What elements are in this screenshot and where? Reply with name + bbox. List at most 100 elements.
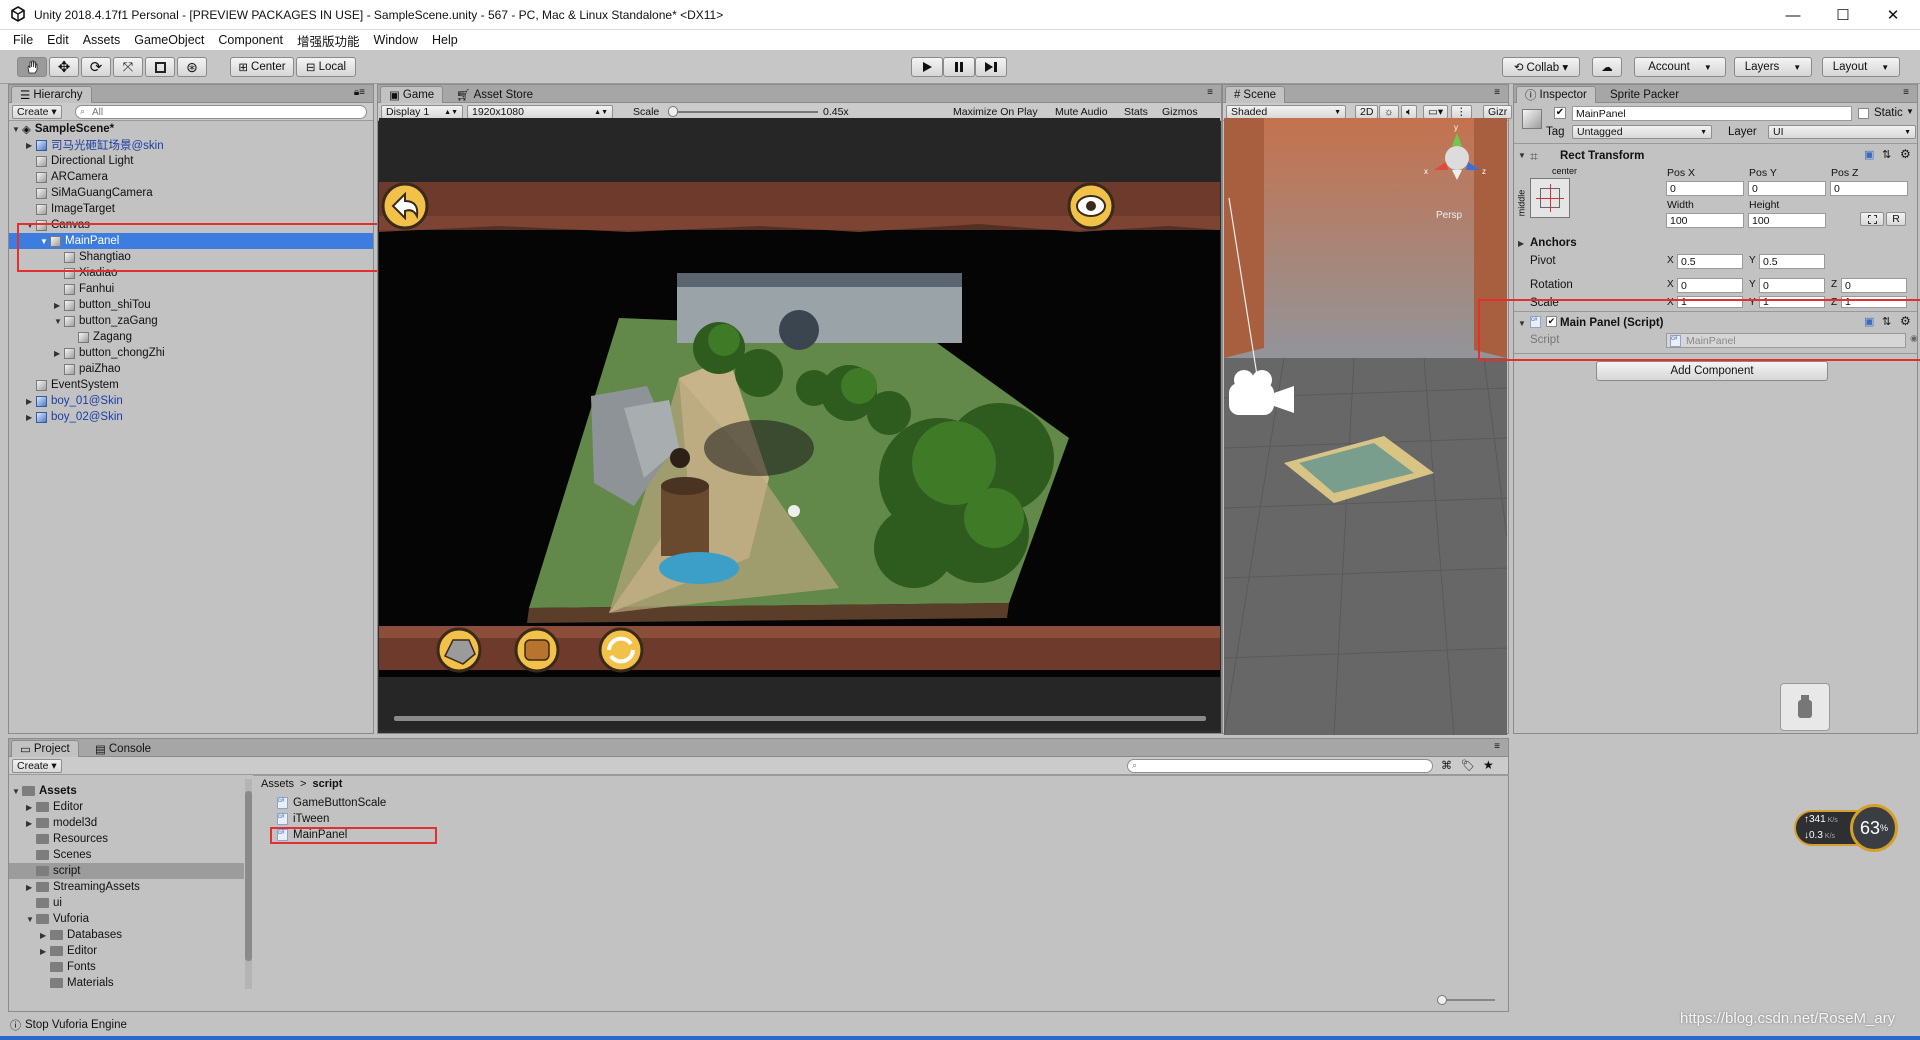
panel-menu-icon[interactable]: 🔒︎≡ xyxy=(354,87,365,98)
gear-icon[interactable]: ⚙ xyxy=(1900,147,1911,161)
expand-arrow-icon[interactable]: ▶ xyxy=(40,947,50,956)
scene-root-row[interactable]: ▼ ◈ SampleScene* xyxy=(9,121,373,137)
game-viewport[interactable] xyxy=(379,118,1220,730)
pivot-local-button[interactable]: ⊟ Local xyxy=(296,57,356,77)
blueprint-mode-button[interactable] xyxy=(1860,212,1884,226)
height-input[interactable]: 100 xyxy=(1748,213,1826,228)
expand-arrow-icon[interactable]: ▶ xyxy=(26,413,36,422)
expand-arrow-icon[interactable]: ▶ xyxy=(26,397,36,406)
effects-dropdown[interactable]: ▭▾ xyxy=(1423,105,1449,119)
2d-toggle[interactable]: 2D xyxy=(1355,105,1379,119)
tab-hierarchy[interactable]: ☰ Hierarchy xyxy=(11,86,92,103)
menu-assets[interactable]: Assets xyxy=(83,33,121,47)
layout-dropdown[interactable]: Layout ▼ xyxy=(1822,57,1900,77)
panel-menu-icon[interactable]: ≡ xyxy=(1494,87,1500,98)
posy-input[interactable]: 0 xyxy=(1748,181,1826,196)
breadcrumb-assets[interactable]: Assets xyxy=(261,778,294,790)
reset-button-icon[interactable] xyxy=(598,627,644,673)
file-item[interactable]: c# GameButtonScale xyxy=(277,795,386,811)
tab-project[interactable]: ▭ Project xyxy=(11,740,79,757)
raw-edit-button[interactable]: R xyxy=(1886,212,1906,226)
help-icon[interactable]: ▣ xyxy=(1864,148,1874,161)
tree-scrollbar[interactable] xyxy=(245,779,252,989)
file-item[interactable]: c# iTween xyxy=(277,811,329,827)
hierarchy-item[interactable]: ARCamera xyxy=(9,169,373,185)
game-scrollbar[interactable] xyxy=(394,716,1206,721)
hierarchy-item[interactable]: ImageTarget xyxy=(9,201,373,217)
rotate-tool-button[interactable]: ⟳ xyxy=(81,57,111,77)
folder-item[interactable]: ▼ Assets xyxy=(9,783,244,799)
network-speed-widget[interactable]: ↑341 K/s ↓0.3 K/s 63% xyxy=(1794,804,1898,852)
object-name-input[interactable]: MainPanel xyxy=(1572,106,1852,121)
hierarchy-create-button[interactable]: Create ▾ xyxy=(12,105,62,119)
width-input[interactable]: 100 xyxy=(1666,213,1744,228)
maximize-on-play-toggle[interactable]: Maximize On Play xyxy=(953,106,1038,118)
hierarchy-item[interactable]: ▼ button_zaGang xyxy=(9,313,373,329)
rotation-x-input[interactable]: 0 xyxy=(1677,278,1743,293)
expand-arrow-icon[interactable]: ▶ xyxy=(26,803,36,812)
maximize-button[interactable]: ☐ xyxy=(1820,0,1866,30)
breadcrumb-script[interactable]: script xyxy=(312,778,342,790)
menu-enhanced[interactable]: 增强版功能 xyxy=(297,31,360,50)
step-button[interactable] xyxy=(975,57,1007,77)
play-button[interactable] xyxy=(911,57,943,77)
hierarchy-item[interactable]: SiMaGuangCamera xyxy=(9,185,373,201)
zoom-slider-thumb[interactable] xyxy=(1437,995,1447,1005)
expand-arrow-icon[interactable]: ▶ xyxy=(54,349,64,358)
folder-item[interactable]: script xyxy=(9,863,244,879)
audio-toggle[interactable]: 🔈︎ xyxy=(1401,105,1418,119)
camera-button-icon[interactable] xyxy=(1067,182,1115,230)
folder-item[interactable]: Resources xyxy=(9,831,244,847)
move-tool-button[interactable]: ✥ xyxy=(49,57,79,77)
anchors-foldout[interactable]: Anchors xyxy=(1530,237,1577,249)
add-component-button[interactable]: Add Component xyxy=(1596,361,1828,381)
tab-game[interactable]: ▣ Game xyxy=(380,86,444,103)
hidden-toggle[interactable]: ⋮ xyxy=(1451,105,1472,119)
scene-viewport[interactable]: y x z Persp xyxy=(1224,118,1507,735)
hierarchy-item[interactable]: ▶ boy_01@Skin xyxy=(9,393,373,409)
floating-widget-button[interactable] xyxy=(1780,683,1830,731)
pause-button[interactable] xyxy=(943,57,975,77)
expand-arrow-icon[interactable]: ▶ xyxy=(1518,239,1528,248)
folder-item[interactable]: ui xyxy=(9,895,244,911)
hierarchy-item[interactable]: Directional Light xyxy=(9,153,373,169)
hierarchy-search-input[interactable]: ⌕ All xyxy=(75,105,367,119)
tab-sprite-packer[interactable]: Sprite Packer xyxy=(1602,86,1687,103)
stats-toggle[interactable]: Stats xyxy=(1124,106,1148,118)
menu-gameobject[interactable]: GameObject xyxy=(134,33,204,47)
folder-item[interactable]: Materials xyxy=(9,975,244,991)
expand-arrow-icon[interactable]: ▶ xyxy=(26,883,36,892)
gizmos-dropdown[interactable]: Gizmos xyxy=(1162,106,1198,118)
persp-label[interactable]: Persp xyxy=(1436,210,1462,221)
anchor-presets-button[interactable] xyxy=(1530,178,1570,218)
collab-button[interactable]: ⟲ Collab ▾ xyxy=(1502,57,1580,77)
filter-type-icon[interactable]: ⌘ xyxy=(1441,759,1452,772)
posx-input[interactable]: 0 xyxy=(1666,181,1744,196)
dropdown-arrow-icon[interactable]: ▼ xyxy=(1906,107,1914,116)
cloud-button[interactable]: ☁ xyxy=(1592,57,1622,77)
pivot-y-input[interactable]: 0.5 xyxy=(1759,254,1825,269)
folder-item[interactable]: ▶ StreamingAssets xyxy=(9,879,244,895)
account-dropdown[interactable]: Account ▼ xyxy=(1634,57,1726,77)
zoom-slider[interactable] xyxy=(1439,999,1495,1001)
layers-dropdown[interactable]: Layers ▼ xyxy=(1734,57,1812,77)
posz-input[interactable]: 0 xyxy=(1830,181,1908,196)
tag-dropdown[interactable]: Untagged ▼ xyxy=(1572,125,1712,139)
folder-item[interactable]: ▶ model3d xyxy=(9,815,244,831)
scale-slider[interactable] xyxy=(668,111,818,113)
expand-arrow-icon[interactable]: ▶ xyxy=(54,301,64,310)
menu-window[interactable]: Window xyxy=(374,33,418,47)
minimize-button[interactable]: — xyxy=(1770,0,1816,30)
folder-item[interactable]: Scenes xyxy=(9,847,244,863)
close-button[interactable]: ✕ xyxy=(1870,0,1916,30)
rotation-y-input[interactable]: 0 xyxy=(1759,278,1825,293)
folder-item[interactable]: ▶ Editor xyxy=(9,799,244,815)
resolution-dropdown[interactable]: 1920x1080 ▲▼ xyxy=(467,105,613,119)
expand-arrow-icon[interactable]: ▼ xyxy=(12,787,22,796)
pivot-x-input[interactable]: 0.5 xyxy=(1677,254,1743,269)
menu-edit[interactable]: Edit xyxy=(47,33,69,47)
rect-tool-button[interactable] xyxy=(145,57,175,77)
tab-asset-store[interactable]: 🛒︎ Asset Store xyxy=(448,86,541,103)
hierarchy-item[interactable]: ▶ 司马光砸缸场景@skin xyxy=(9,137,373,153)
expand-arrow-icon[interactable]: ▶ xyxy=(26,141,36,150)
